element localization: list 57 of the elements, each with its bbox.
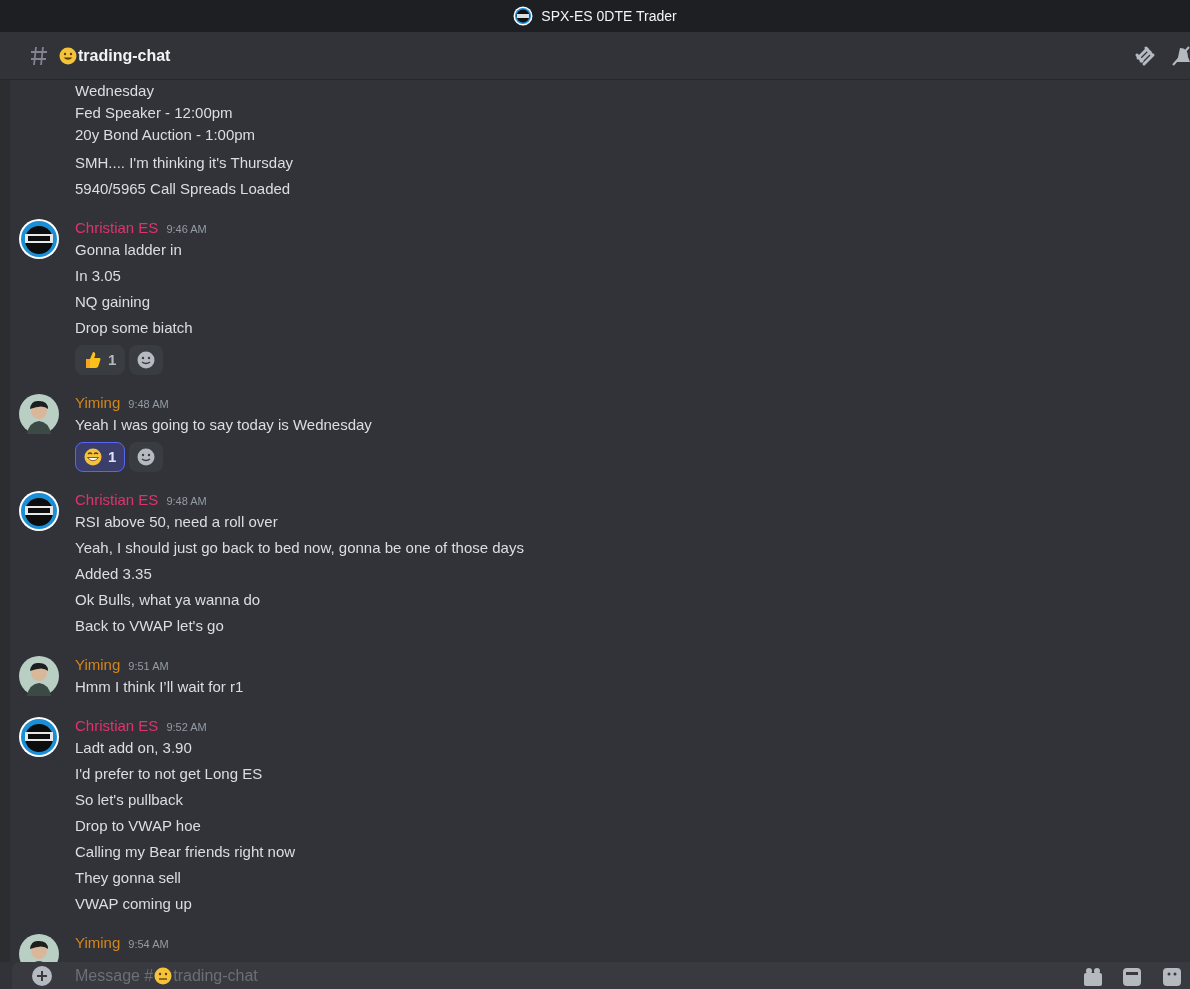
message-text: SMH.... I'm thinking it's Thursday [75, 153, 295, 173]
reaction-button[interactable]: 1 [75, 442, 126, 472]
window-title: SPX-ES 0DTE Trader [541, 6, 677, 26]
message-text: VWAP coming up [75, 894, 193, 914]
gift-icon[interactable] [1082, 966, 1104, 986]
timestamp: 9:52 AM [166, 720, 207, 735]
author-name[interactable]: Yiming [75, 654, 121, 677]
message-text: Added 3.35 [75, 564, 153, 584]
reaction-button[interactable]: 1 [75, 345, 126, 375]
smiley-icon [154, 967, 173, 985]
muted-bell-icon[interactable] [1172, 44, 1190, 67]
message-field[interactable]: Message # trading-chat [75, 966, 258, 986]
logo-avatar[interactable] [19, 219, 59, 259]
avatar[interactable] [19, 656, 59, 696]
threads-icon[interactable] [1134, 44, 1156, 67]
author-name[interactable]: Christian ES [75, 489, 159, 512]
message-text: Back to VWAP let's go [75, 616, 225, 636]
plus-icon[interactable] [32, 966, 52, 986]
message-text: 5940/5965 Call Spreads Loaded [75, 179, 292, 199]
smiley-icon [137, 351, 156, 369]
logo-avatar[interactable] [19, 491, 59, 531]
message-text: Hmm I think I’ll wait for r1 [75, 677, 245, 697]
author-name[interactable]: Christian ES [75, 217, 159, 240]
avatar[interactable] [19, 394, 59, 434]
message-text: Gonna ladder in [75, 240, 183, 260]
add-reaction-button[interactable] [129, 442, 164, 472]
message-text: Ok Bulls, what ya wanna do [75, 590, 262, 610]
message-text: RSI above 50, need a roll over [75, 512, 279, 532]
timestamp: 9:48 AM [166, 494, 207, 509]
smiley-icon [137, 448, 156, 466]
author-name[interactable]: Yiming [75, 932, 121, 955]
message-text: In 3.05 [75, 266, 122, 286]
message-text: So let's pullback [75, 790, 184, 810]
message-text: Calling my Bear friends right now [75, 842, 297, 862]
add-reaction-button[interactable] [129, 345, 164, 375]
channel-name: trading-chat [78, 45, 171, 66]
timestamp: 9:54 AM [128, 937, 169, 952]
message-text: I'd prefer to not get Long ES [75, 764, 264, 784]
logo-avatar[interactable] [19, 717, 59, 757]
message-text: Drop some biatch [75, 318, 194, 338]
message-text: NQ gaining [75, 292, 152, 312]
author-name[interactable]: Christian ES [75, 715, 159, 738]
gif-icon[interactable] [1122, 966, 1142, 986]
message-text: Wednesday Fed Speaker - 12:00pm 20y Bond Auction - 1:00pm [75, 81, 257, 145]
timestamp: 9:46 AM [166, 222, 207, 237]
hash-icon [30, 45, 48, 66]
logo-icon [513, 6, 534, 26]
sticker-icon[interactable] [1162, 966, 1182, 986]
timestamp: 9:48 AM [128, 397, 169, 412]
author-name[interactable]: Yiming [75, 392, 121, 415]
message-text: Drop to VWAP hoe [75, 816, 202, 836]
message-text: Yeah, I should just go back to bed now, gonna be one of those days [75, 538, 525, 558]
message-text: Yeah I was going to say today is Wednesday [75, 415, 373, 435]
message-text: Ladt add on, 3.90 [75, 738, 193, 758]
timestamp: 9:51 AM [128, 659, 169, 674]
message-text: They gonna sell [75, 868, 182, 888]
smiley-icon [59, 46, 77, 65]
